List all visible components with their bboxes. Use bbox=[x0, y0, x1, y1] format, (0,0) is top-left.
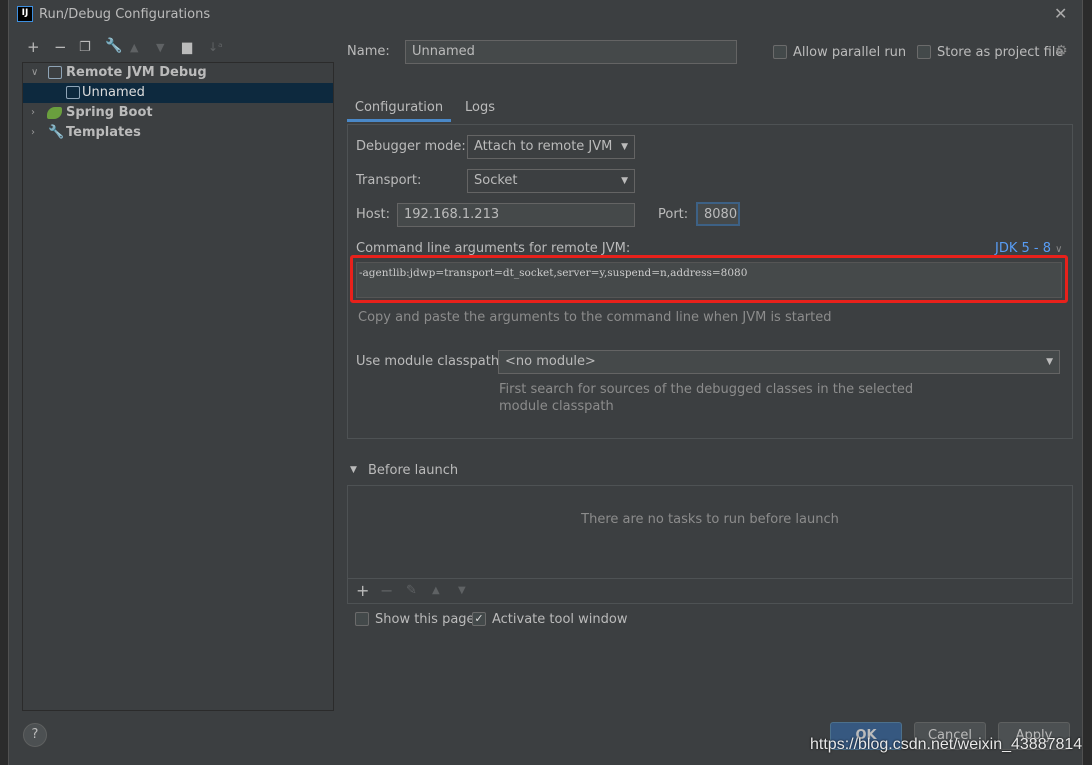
dropdown-arrow-icon: ▼ bbox=[1046, 357, 1053, 367]
tree-item-remote-jvm-debug[interactable]: ∨ Remote JVM Debug bbox=[23, 63, 333, 83]
wrench-icon: 🔧 bbox=[48, 125, 65, 140]
sort-icon[interactable]: ↓ᵃ bbox=[208, 40, 223, 54]
module-hint-line1: First search for sources of the debugged… bbox=[499, 382, 914, 397]
activate-tool-checkbox[interactable]: ✓ bbox=[472, 612, 486, 626]
debugger-mode-label: Debugger mode: bbox=[356, 139, 466, 154]
debugger-mode-select[interactable]: Attach to remote JVM ▼ bbox=[467, 135, 635, 159]
new-folder-icon[interactable]: ▆ bbox=[182, 40, 192, 55]
config-tree: ∨ Remote JVM Debug Unnamed › Spring Boot… bbox=[22, 62, 334, 711]
intellij-logo: IJ bbox=[17, 6, 33, 22]
close-icon[interactable]: ✕ bbox=[1054, 4, 1067, 23]
module-hint-line2: module classpath bbox=[499, 399, 614, 414]
arrow-down-icon[interactable]: ▼ bbox=[156, 41, 164, 54]
collapse-triangle-icon[interactable]: ▼ bbox=[350, 465, 357, 475]
store-project-label: Store as project file bbox=[937, 45, 1064, 60]
cmd-args-hint: Copy and paste the arguments to the comm… bbox=[358, 310, 832, 325]
watermark: https://blog.csdn.net/weixin_43887814 bbox=[810, 736, 1083, 753]
transport-label: Transport: bbox=[356, 173, 422, 188]
wrench-icon[interactable]: 🔧 bbox=[105, 38, 122, 54]
host-input[interactable]: 192.168.1.213 bbox=[397, 203, 635, 227]
jdk-version-link[interactable]: JDK 5 - 8 ∨ bbox=[995, 241, 1062, 256]
move-up-icon[interactable]: ▲ bbox=[432, 585, 440, 596]
chevron-right-icon[interactable]: › bbox=[31, 123, 35, 143]
chevron-down-icon[interactable]: ∨ bbox=[31, 63, 38, 83]
tab-configuration[interactable]: Configuration bbox=[347, 96, 451, 122]
remove-task-icon[interactable]: − bbox=[380, 581, 393, 600]
plus-icon[interactable]: + bbox=[27, 38, 40, 56]
add-task-icon[interactable]: + bbox=[356, 581, 369, 600]
chevron-down-icon: ∨ bbox=[1055, 244, 1063, 255]
activate-tool-label: Activate tool window bbox=[492, 612, 628, 627]
copy-icon[interactable]: ❐ bbox=[79, 40, 91, 55]
tab-logs[interactable]: Logs bbox=[465, 96, 495, 122]
cmd-args-label: Command line arguments for remote JVM: bbox=[356, 241, 631, 256]
cmd-args-field[interactable]: -agentlib:jdwp=transport=dt_socket,serve… bbox=[356, 262, 1062, 298]
tree-item-unnamed[interactable]: Unnamed bbox=[23, 83, 333, 103]
help-button[interactable]: ? bbox=[23, 723, 47, 747]
module-classpath-label: Use module classpath: bbox=[356, 354, 504, 369]
dropdown-arrow-icon: ▼ bbox=[621, 142, 628, 152]
module-classpath-select[interactable]: <no module> ▼ bbox=[498, 350, 1060, 374]
move-down-icon[interactable]: ▼ bbox=[458, 585, 466, 596]
transport-select[interactable]: Socket ▼ bbox=[467, 169, 635, 193]
highlight-box: -agentlib:jdwp=transport=dt_socket,serve… bbox=[350, 255, 1068, 303]
port-input[interactable]: 8080 bbox=[696, 202, 740, 226]
before-launch-header[interactable]: Before launch bbox=[368, 463, 458, 478]
tree-item-spring-boot[interactable]: › Spring Boot bbox=[23, 103, 333, 123]
show-page-label: Show this page bbox=[375, 612, 475, 627]
gear-icon[interactable]: ⚙ bbox=[1055, 43, 1068, 59]
port-label: Port: bbox=[658, 207, 689, 222]
no-tasks-text: There are no tasks to run before launch bbox=[581, 512, 839, 527]
host-label: Host: bbox=[356, 207, 390, 222]
remote-debug-icon bbox=[66, 86, 80, 99]
edit-task-icon[interactable]: ✎ bbox=[406, 583, 417, 598]
name-input[interactable]: Unnamed bbox=[405, 40, 737, 64]
before-launch-panel: There are no tasks to run before launch … bbox=[347, 485, 1073, 604]
chevron-right-icon[interactable]: › bbox=[31, 103, 35, 123]
tree-item-templates[interactable]: › 🔧 Templates bbox=[23, 123, 333, 143]
store-project-checkbox[interactable] bbox=[917, 45, 931, 59]
show-page-checkbox[interactable] bbox=[355, 612, 369, 626]
run-debug-dialog: IJ Run/Debug Configurations ✕ + − ❐ 🔧 ▲ … bbox=[8, 0, 1083, 765]
spring-boot-icon bbox=[47, 107, 62, 119]
arrow-up-icon[interactable]: ▲ bbox=[130, 41, 138, 54]
dialog-title: Run/Debug Configurations bbox=[39, 7, 211, 22]
minus-icon[interactable]: − bbox=[54, 38, 67, 56]
remote-debug-icon bbox=[48, 66, 62, 79]
dropdown-arrow-icon: ▼ bbox=[621, 176, 628, 186]
allow-parallel-label: Allow parallel run bbox=[793, 45, 907, 60]
name-label: Name: bbox=[347, 44, 390, 59]
allow-parallel-checkbox[interactable] bbox=[773, 45, 787, 59]
title-bar: IJ Run/Debug Configurations ✕ bbox=[9, 0, 1084, 30]
